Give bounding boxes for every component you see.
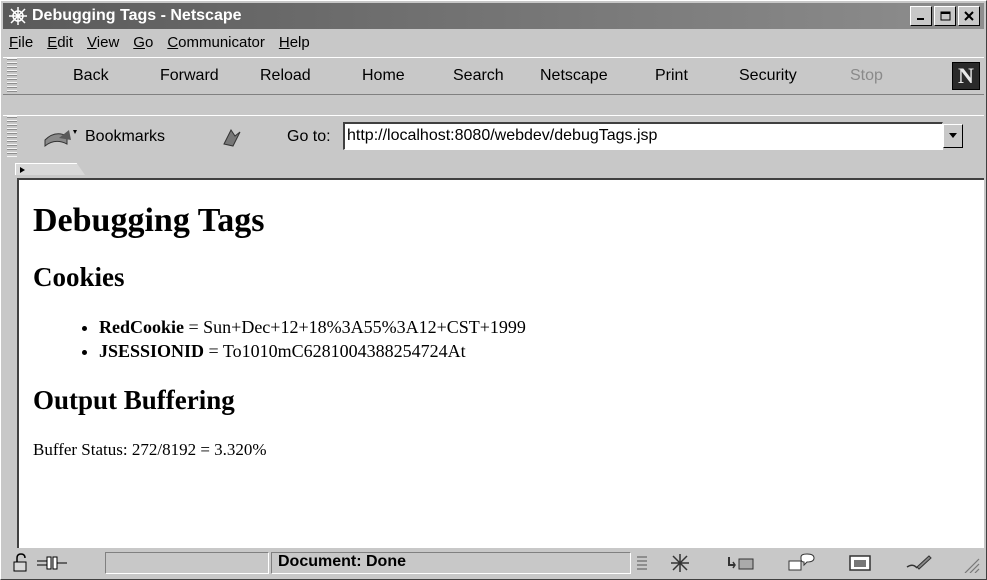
back-button[interactable]: Back	[73, 67, 109, 85]
location-toolbar-grip[interactable]	[7, 116, 17, 157]
page-heading: Debugging Tags	[33, 202, 265, 239]
home-button[interactable]: Home	[362, 67, 405, 85]
netscape-globe-icon	[7, 5, 29, 27]
search-button[interactable]: Search	[453, 67, 504, 85]
cookie-separator: =	[204, 341, 223, 361]
netscape-logo[interactable]: N	[952, 62, 980, 90]
connection-icon	[37, 553, 67, 573]
menu-edit[interactable]: Edit	[47, 34, 73, 51]
netscape-button[interactable]: Netscape	[540, 67, 608, 85]
cookie-separator: =	[184, 317, 204, 337]
status-text-cell: Document: Done	[271, 552, 631, 574]
cookie-value: To1010mC6281004388254724At	[222, 341, 466, 361]
cookies-heading: Cookies	[33, 262, 125, 292]
output-buffering-heading: Output Buffering	[33, 385, 235, 415]
maximize-button[interactable]	[934, 6, 956, 26]
url-input[interactable]: http://localhost:8080/webdev/debugTags.j…	[343, 122, 943, 150]
goto-label: Go to:	[287, 128, 331, 145]
stop-button[interactable]: Stop	[850, 67, 883, 85]
reload-button[interactable]: Reload	[260, 67, 311, 85]
forward-button[interactable]: Forward	[160, 67, 219, 85]
status-bar: Document: Done	[3, 549, 984, 577]
bookmarks-icon	[41, 126, 81, 148]
menu-file[interactable]: File	[9, 34, 33, 51]
toolbar-grip[interactable]	[7, 58, 17, 94]
status-text: Document: Done	[278, 553, 406, 570]
minimize-button[interactable]	[910, 6, 932, 26]
window-controls	[908, 6, 980, 26]
menu-go[interactable]: Go	[133, 34, 153, 51]
menu-communicator[interactable]: Communicator	[167, 34, 265, 51]
pen-icon[interactable]	[903, 553, 933, 573]
composer-icon[interactable]	[847, 553, 873, 573]
close-button[interactable]	[958, 6, 980, 26]
navigation-toolbar: Back Forward Reload Home Search Netscape…	[3, 57, 984, 95]
bookmarks-label: Bookmarks	[85, 128, 166, 145]
browser-window: Debugging Tags - Netscape File Edit View…	[0, 0, 987, 580]
print-button[interactable]: Print	[655, 67, 688, 85]
page-content: Debugging Tags Cookies RedCookie = Sun+D…	[17, 178, 984, 548]
menu-bar: File Edit View Go Communicator Help	[3, 31, 984, 53]
resize-grip-icon[interactable]	[959, 553, 981, 574]
collapsed-toolbar-tab[interactable]	[15, 163, 85, 175]
component-bar-grip-icon[interactable]	[635, 553, 649, 573]
location-bookmark-icon[interactable]	[221, 126, 243, 148]
list-item: JSESSIONID = To1010mC6281004388254724At	[99, 339, 984, 363]
discussion-icon[interactable]	[787, 553, 817, 573]
cookie-value: Sun+Dec+12+18%3A55%3A12+CST+1999	[203, 317, 526, 337]
cookie-name: JSESSIONID	[99, 341, 205, 361]
mail-icon[interactable]	[725, 553, 755, 573]
location-toolbar: Bookmarks Go to: http://localhost:8080/w…	[3, 97, 984, 163]
buffer-label: Buffer Status:	[33, 440, 128, 459]
cookie-list: RedCookie = Sun+Dec+12+18%3A55%3A12+CST+…	[19, 315, 984, 363]
menu-view[interactable]: View	[87, 34, 119, 51]
buffer-value: 272/8192 = 3.320%	[131, 440, 267, 459]
bookmarks-button[interactable]: Bookmarks	[41, 126, 165, 148]
title-bar[interactable]: Debugging Tags - Netscape	[3, 3, 984, 29]
security-button[interactable]: Security	[739, 67, 797, 85]
window-title: Debugging Tags - Netscape	[32, 7, 242, 24]
navigator-icon[interactable]	[667, 553, 693, 573]
progress-cell	[105, 552, 269, 574]
cookie-name: RedCookie	[99, 317, 184, 337]
list-item: RedCookie = Sun+Dec+12+18%3A55%3A12+CST+…	[99, 315, 984, 339]
menu-help[interactable]: Help	[279, 34, 310, 51]
lock-icon[interactable]	[11, 553, 33, 573]
location-row: Bookmarks Go to: http://localhost:8080/w…	[3, 115, 984, 157]
url-dropdown-button[interactable]	[943, 124, 963, 148]
buffer-status: Buffer Status: 272/8192 = 3.320%	[33, 440, 984, 460]
